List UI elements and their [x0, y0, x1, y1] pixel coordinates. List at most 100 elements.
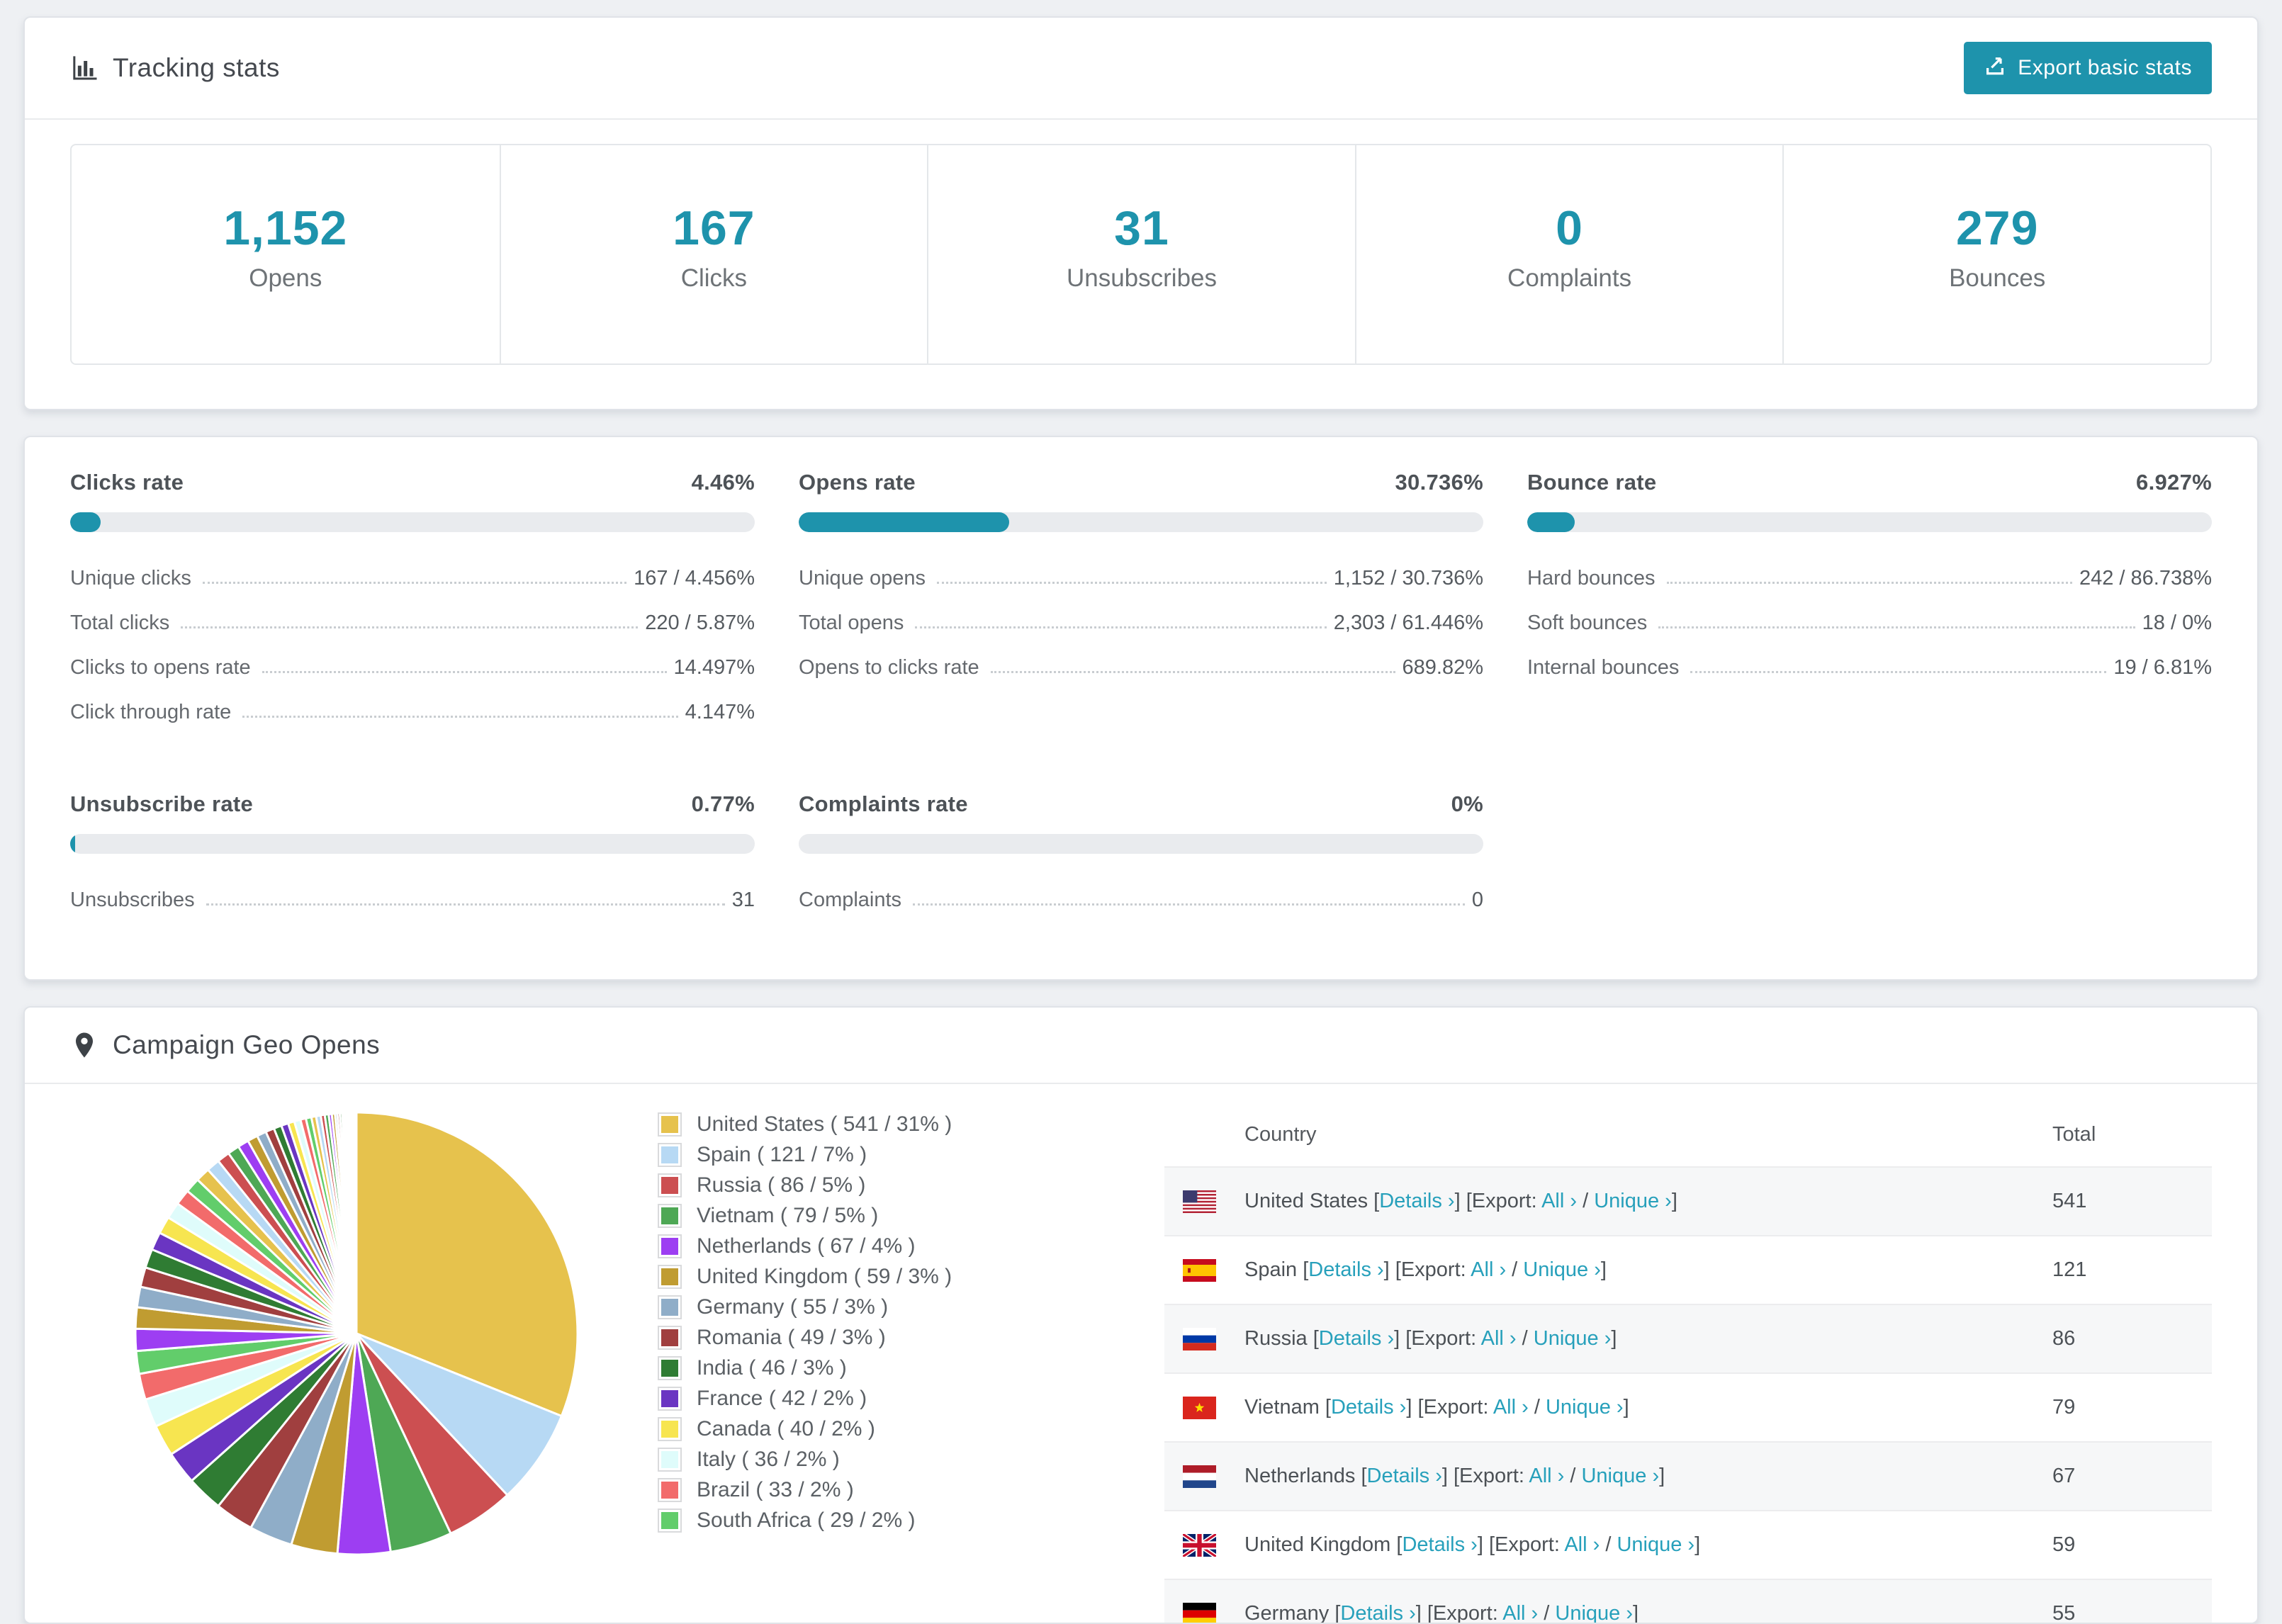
geo-title-group: Campaign Geo Opens	[70, 1030, 380, 1060]
page-title: Tracking stats	[113, 53, 280, 82]
dotted-leader	[181, 626, 639, 628]
export-label: Export:	[1459, 1465, 1529, 1487]
gb-flag-icon	[1183, 1533, 1216, 1557]
legend-label: United Kingdom ( 59 / 3% )	[697, 1265, 952, 1288]
export-unique-link[interactable]: Unique ›	[1534, 1327, 1612, 1350]
details-link[interactable]: Details ›	[1367, 1465, 1442, 1487]
total-cell: 79	[2052, 1396, 2076, 1419]
progress-bar	[1527, 512, 2212, 532]
slash: /	[1506, 1258, 1524, 1281]
campaign-geo-opens-card: Campaign Geo Opens United States ( 541 /…	[23, 1006, 2259, 1624]
bracket: ]	[1600, 1258, 1607, 1281]
stat-label: Unique opens	[799, 567, 926, 590]
export-unique-link[interactable]: Unique ›	[1594, 1190, 1672, 1212]
legend-swatch	[661, 1299, 678, 1316]
bracket: ] [	[1383, 1258, 1401, 1281]
legend-swatch	[661, 1360, 678, 1377]
tracking-stats-card: Tracking stats Export basic stats 1,152 O…	[23, 16, 2259, 410]
progress-bar	[70, 834, 755, 854]
rate-lines: Complaints 0	[799, 878, 1483, 923]
slash: /	[1577, 1190, 1595, 1212]
stat-label: Click through rate	[70, 701, 232, 723]
bracket: ] [	[1454, 1190, 1472, 1212]
total-cell: 541	[2052, 1190, 2087, 1212]
export-all-link[interactable]: All ›	[1502, 1602, 1538, 1623]
summary-value: 31	[1114, 201, 1169, 255]
country-cell: Vietnam [Details ›] [Export: All › / Uni…	[1244, 1396, 2052, 1419]
total-cell: 55	[2052, 1602, 2076, 1624]
rate-lines: Unique clicks 167 / 4.456% Total clicks 220…	[70, 556, 755, 735]
table-row-united-states: United States [Details ›] [Export: All ›…	[1164, 1166, 2212, 1235]
rate-title: Clicks rate	[70, 470, 184, 495]
column-header-total: Total	[2052, 1122, 2096, 1146]
legend-swatch	[661, 1116, 678, 1133]
details-link[interactable]: Details ›	[1331, 1396, 1406, 1419]
table-row-spain: Spain [Details ›] [Export: All › / Uniqu…	[1164, 1235, 2212, 1304]
slash: /	[1600, 1533, 1617, 1556]
geo-legend: United States ( 541 / 31% ) Spain ( 121 /…	[661, 1112, 1129, 1539]
summary-label: Unsubscribes	[1066, 264, 1218, 292]
rate-panel-unsubscribe-rate: Unsubscribe rate 0.77% Unsubscribes 31	[70, 791, 755, 923]
us-flag-icon	[1183, 1190, 1216, 1213]
export-all-link[interactable]: All ›	[1541, 1190, 1577, 1212]
progress-fill	[799, 512, 1009, 532]
export-all-link[interactable]: All ›	[1564, 1533, 1600, 1556]
dotted-leader	[1690, 671, 2107, 673]
geo-table: Country Total United States [Details ›] [E…	[1164, 1103, 2212, 1624]
tracking-stats-title-group: Tracking stats	[70, 53, 280, 83]
bracket: [	[1361, 1465, 1367, 1487]
export-unique-link[interactable]: Unique ›	[1617, 1533, 1694, 1556]
dotted-leader	[990, 671, 1395, 673]
legend-swatch	[661, 1512, 678, 1529]
country-name: Russia	[1244, 1327, 1313, 1350]
map-pin-icon	[70, 1031, 99, 1059]
details-link[interactable]: Details ›	[1402, 1533, 1477, 1556]
stat-line: Total opens 2,303 / 61.446%	[799, 601, 1483, 645]
bracket: ] [	[1415, 1602, 1433, 1624]
legend-label: Spain ( 121 / 7% )	[697, 1143, 867, 1166]
stat-line: Unsubscribes 31	[70, 878, 755, 923]
summary-value: 1,152	[223, 201, 348, 255]
vn-flag-icon	[1183, 1396, 1216, 1419]
details-link[interactable]: Details ›	[1319, 1327, 1394, 1350]
rates-card: Clicks rate 4.46% Unique clicks 167 / 4.456…	[23, 436, 2259, 981]
details-link[interactable]: Details ›	[1379, 1190, 1454, 1212]
export-all-link[interactable]: All ›	[1471, 1258, 1506, 1281]
table-row-germany: Germany [Details ›] [Export: All › / Uni…	[1164, 1579, 2212, 1624]
geo-header: Campaign Geo Opens	[25, 1008, 2257, 1083]
export-basic-stats-button[interactable]: Export basic stats	[1964, 42, 2212, 94]
dotted-leader	[915, 626, 1327, 628]
export-all-link[interactable]: All ›	[1481, 1327, 1517, 1350]
export-label: Export:	[1432, 1602, 1503, 1624]
de-flag-icon	[1183, 1602, 1216, 1623]
bracket: ]	[1659, 1465, 1665, 1487]
legend-label: Russia ( 86 / 5% )	[697, 1173, 866, 1197]
stat-label: Total clicks	[70, 611, 170, 634]
stat-line: Opens to clicks rate 689.82%	[799, 645, 1483, 690]
total-cell: 59	[2052, 1533, 2076, 1556]
stat-line: Click through rate 4.147%	[70, 690, 755, 735]
details-link[interactable]: Details ›	[1308, 1258, 1383, 1281]
export-unique-link[interactable]: Unique ›	[1581, 1465, 1659, 1487]
legend-swatch	[661, 1207, 678, 1224]
export-label: Export:	[1495, 1533, 1565, 1556]
stat-line: Hard bounces 242 / 86.738%	[1527, 556, 2212, 601]
details-link[interactable]: Details ›	[1340, 1602, 1415, 1623]
export-unique-link[interactable]: Unique ›	[1523, 1258, 1601, 1281]
legend-item: South Africa ( 29 / 2% )	[661, 1509, 1129, 1533]
stat-label: Total opens	[799, 611, 904, 634]
stat-line: Total clicks 220 / 5.87%	[70, 601, 755, 645]
legend-swatch	[661, 1238, 678, 1255]
export-unique-link[interactable]: Unique ›	[1546, 1396, 1624, 1419]
export-all-link[interactable]: All ›	[1493, 1396, 1529, 1419]
stat-value: 0	[1471, 889, 1483, 911]
stat-value: 4.147%	[685, 701, 755, 723]
export-unique-link[interactable]: Unique ›	[1555, 1602, 1633, 1623]
bracket: [	[1313, 1327, 1319, 1350]
legend-item: France ( 42 / 2% )	[661, 1387, 1129, 1411]
bracket: ]	[1671, 1190, 1677, 1212]
country-name: United States	[1244, 1190, 1374, 1212]
export-all-link[interactable]: All ›	[1529, 1465, 1564, 1487]
country-cell: Germany [Details ›] [Export: All › / Uni…	[1244, 1602, 2052, 1624]
legend-item: Spain ( 121 / 7% )	[661, 1143, 1129, 1167]
